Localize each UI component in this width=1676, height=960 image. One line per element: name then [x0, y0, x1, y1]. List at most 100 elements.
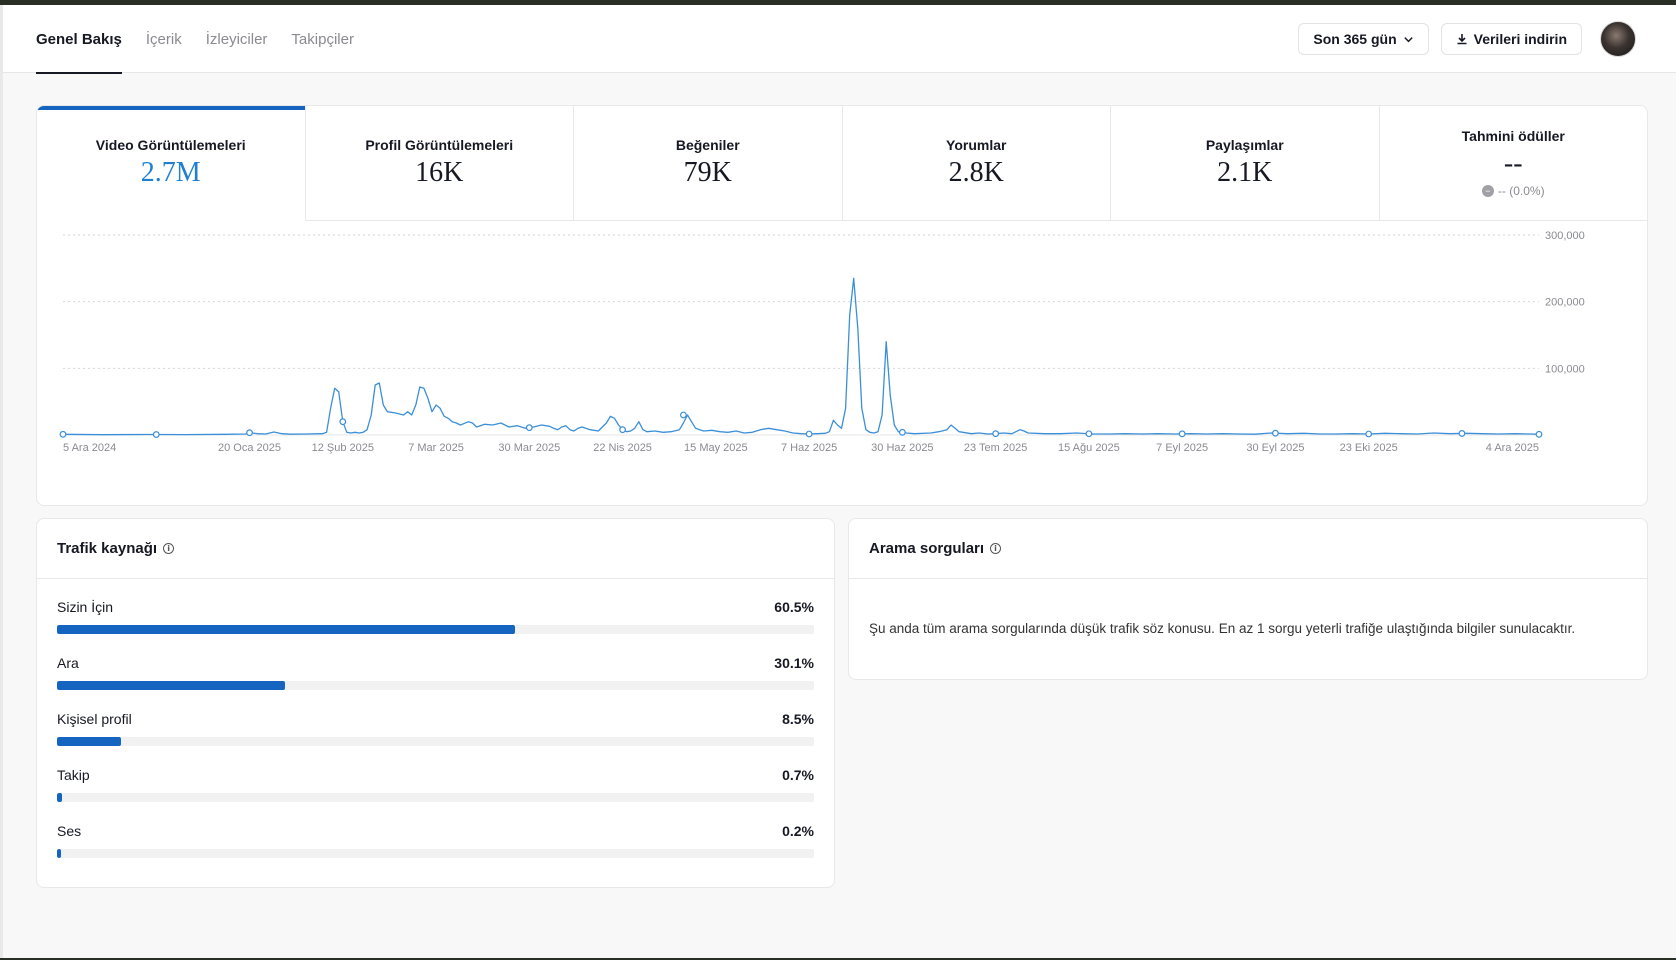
chart-point-marker [1535, 430, 1543, 438]
x-tick-label: 30 Haz 2025 [871, 442, 933, 454]
metric-video-views[interactable]: Video Görüntülemeleri 2.7M [37, 106, 306, 221]
overview-card: Video Görüntülemeleri 2.7M Profil Görünt… [36, 105, 1648, 506]
y-tick-label: 100,000 [1545, 363, 1585, 375]
search-queries-message: Şu anda tüm arama sorgularında düşük tra… [869, 621, 1576, 636]
metric-label: Tahmini ödüller [1461, 128, 1565, 144]
chart-point-marker [1178, 430, 1186, 438]
metric-estimated-rewards[interactable]: Tahmini ödüller -- − -- (0.0%) [1379, 106, 1647, 220]
metric-value: 2.1K [1217, 157, 1273, 188]
y-tick-label: 200,000 [1545, 297, 1585, 309]
metric-likes[interactable]: Beğeniler 79K [574, 106, 843, 220]
x-tick-label: 22 Nis 2025 [593, 442, 652, 454]
traffic-bar-fill [57, 681, 285, 690]
traffic-bar-fill [57, 849, 61, 858]
avatar[interactable] [1600, 21, 1636, 57]
metric-value: 2.7M [140, 157, 201, 188]
metric-profile-views[interactable]: Profil Görüntülemeleri 16K [305, 106, 574, 220]
traffic-row-header: Ses 0.2% [57, 823, 814, 839]
traffic-source-label: Ses [57, 823, 82, 839]
traffic-source-title: Trafik kaynağı [57, 540, 158, 557]
x-tick-label: 30 Eyl 2025 [1246, 442, 1304, 454]
download-data-label: Verileri indirin [1473, 31, 1567, 47]
traffic-source-percent: 0.7% [782, 767, 814, 783]
chart-point-marker [992, 430, 1000, 438]
traffic-source-row: Kişisel profil 8.5% [57, 711, 814, 767]
tab-content[interactable]: İçerik [146, 5, 182, 73]
chart-point-marker [1458, 430, 1466, 437]
x-tick-label: 15 Ağu 2025 [1058, 442, 1120, 454]
x-tick-label: 15 May 2025 [684, 442, 748, 454]
metric-tabs: Video Görüntülemeleri 2.7M Profil Görünt… [37, 106, 1647, 221]
metric-comments[interactable]: Yorumlar 2.8K [842, 106, 1111, 220]
analytics-tabs: Genel Bakış İçerik İzleyiciler Takipçile… [36, 5, 378, 74]
traffic-bar-fill [57, 793, 63, 802]
x-tick-label: 7 Eyl 2025 [1156, 442, 1208, 454]
metric-value: 16K [415, 157, 464, 188]
info-icon[interactable]: i [990, 543, 1002, 554]
tab-viewers[interactable]: İzleyiciler [206, 5, 268, 73]
traffic-source-label: Takip [57, 767, 90, 783]
x-tick-label: 7 Haz 2025 [781, 442, 837, 454]
x-tick-label: 5 Ara 2024 [63, 442, 116, 454]
metric-change-label: -- (0.0%) [1497, 184, 1545, 198]
search-queries-card: Arama sorguları i Şu anda tüm arama sorg… [848, 518, 1648, 680]
traffic-source-percent: 60.5% [774, 599, 814, 615]
x-tick-label: 23 Eki 2025 [1340, 442, 1398, 454]
chevron-down-icon [1403, 36, 1413, 42]
window-left-edge [0, 5, 3, 958]
traffic-source-row: Takip 0.7% [57, 767, 814, 823]
chart-point-marker [1085, 430, 1093, 438]
traffic-bar-fill [57, 625, 515, 634]
metric-label: Yorumlar [946, 137, 1007, 153]
chart-point-marker [339, 418, 347, 426]
traffic-source-row: Ses 0.2% [57, 823, 814, 879]
traffic-source-label: Sizin İçin [57, 599, 114, 615]
x-tick-label: 7 Mar 2025 [408, 442, 464, 454]
metric-label: Beğeniler [675, 137, 740, 153]
views-line-chart[interactable]: 100,000 200,000 300,000 5 Ara 2024 20 Oca 20… [37, 221, 1648, 506]
info-icon[interactable]: i [163, 543, 175, 554]
tab-overview[interactable]: Genel Bakış [36, 5, 122, 74]
search-queries-title: Arama sorguları [869, 540, 985, 557]
metric-shares[interactable]: Paylaşımlar 2.1K [1111, 106, 1380, 220]
traffic-source-label: Kişisel profil [57, 711, 132, 727]
traffic-source-card: Trafik kaynağı i Sizin İçin 60.5% Ara 30.1%… [36, 518, 835, 888]
traffic-bar-track [57, 849, 814, 858]
chart-point-marker [246, 429, 253, 437]
page-header: Genel Bakış İçerik İzleyiciler Takipçile… [3, 5, 1676, 74]
chart-point-marker [1365, 430, 1373, 438]
traffic-bar-track [57, 625, 814, 634]
traffic-bar-track [57, 681, 814, 690]
traffic-source-header: Trafik kaynağı i [37, 519, 834, 579]
metric-label: Paylaşımlar [1205, 137, 1284, 153]
metric-value: 2.8K [948, 157, 1004, 188]
chart-point-marker [525, 424, 533, 432]
download-data-button[interactable]: Verileri indirin [1440, 23, 1582, 55]
chart-point-marker [619, 426, 626, 434]
date-range-dropdown[interactable]: Son 365 gün [1298, 23, 1429, 55]
chart-point-marker [898, 428, 906, 436]
traffic-source-percent: 8.5% [782, 711, 814, 727]
search-queries-header: Arama sorguları i [849, 519, 1647, 579]
x-tick-label: 4 Ara 2025 [1486, 442, 1539, 454]
traffic-row-header: Takip 0.7% [57, 767, 814, 783]
y-tick-label: 300,000 [1545, 230, 1585, 242]
traffic-row-header: Sizin İçin 60.5% [57, 599, 814, 615]
download-icon [1457, 34, 1467, 45]
chart-point-marker [59, 430, 67, 438]
traffic-row-header: Ara 30.1% [57, 655, 814, 671]
change-neutral-icon: − [1481, 185, 1494, 197]
traffic-source-row: Sizin İçin 60.5% [57, 599, 814, 655]
metric-label: Video Görüntülemeleri [95, 137, 246, 153]
traffic-source-list: Sizin İçin 60.5% Ara 30.1% Kişisel profil 8.5… [37, 579, 834, 879]
traffic-bar-track [57, 793, 814, 802]
traffic-bar-fill [57, 737, 122, 746]
traffic-source-percent: 0.2% [782, 823, 814, 839]
tab-followers[interactable]: Takipçiler [291, 5, 354, 73]
metric-label: Profil Görüntülemeleri [365, 137, 514, 153]
chart-point-marker [1272, 429, 1279, 437]
x-tick-label: 12 Şub 2025 [312, 442, 374, 454]
chart-point-marker [680, 411, 687, 419]
traffic-bar-track [57, 737, 814, 746]
date-range-label: Son 365 gün [1313, 31, 1397, 47]
